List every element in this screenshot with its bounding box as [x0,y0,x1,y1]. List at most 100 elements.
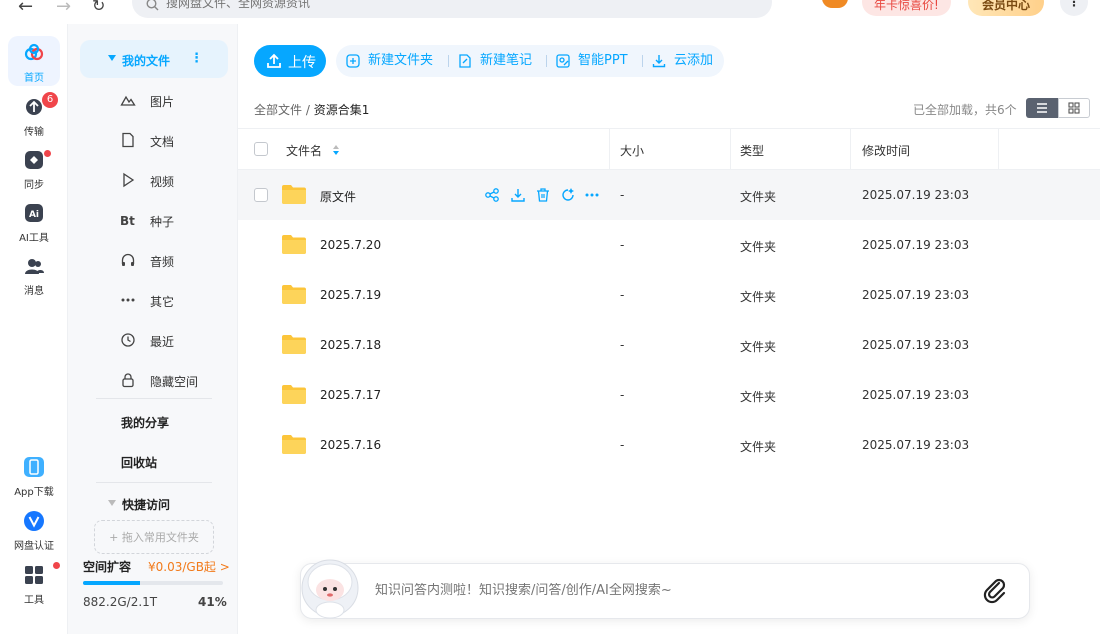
column-header-size[interactable]: 大小 [620,142,644,159]
breadcrumb-root[interactable]: 全部文件 [254,103,302,117]
search-input[interactable] [166,0,726,10]
sidebar-item-my-share[interactable]: 我的分享 [121,414,169,431]
file-mtime: 2025.07.19 23:03 [862,338,970,352]
file-name[interactable]: 原文件 [320,188,356,205]
file-type: 文件夹 [740,240,777,254]
my-files-header[interactable]: 我的文件 ⋮ [80,40,228,78]
sidebar-item-label: 文档 [150,135,175,149]
svg-text:Bt: Bt [120,214,135,228]
promo-badge[interactable]: 年卡惊喜价! [862,0,951,16]
rail-item-ai-tools[interactable]: Ai AI工具 [8,196,60,246]
table-row[interactable]: 原文件 - 文件夹 2025.07.19 23:03 [238,170,1100,220]
vip-center-button[interactable]: 会员中心 [968,0,1045,16]
phone-icon [24,457,44,477]
table-row[interactable]: 2025.7.18 - 文件夹 2025.07.19 23:03 [238,320,1100,370]
storage-percent-text: 41% [198,595,227,609]
file-name[interactable]: 2025.7.16 [320,438,381,452]
file-mtime: 2025.07.19 23:03 [862,388,970,402]
rail-item-verify[interactable]: 网盘认证 [8,504,60,554]
sidebar-item-audio[interactable]: 音频 [80,242,228,278]
new-note-label: 新建笔记 [480,53,533,68]
grid-view-toggle[interactable] [1058,98,1090,118]
my-files-label: 我的文件 [122,54,171,68]
table-row[interactable]: 2025.7.20 - 文件夹 2025.07.19 23:03 [238,220,1100,270]
column-divider[interactable] [609,129,610,169]
delete-icon[interactable] [535,187,551,203]
rail-item-transfer[interactable]: 6 传输 [8,90,60,140]
file-name[interactable]: 2025.7.18 [320,338,381,352]
select-all-checkbox[interactable] [254,142,268,156]
add-common-folder-dropzone[interactable]: + 拖入常用文件夹 [94,520,214,554]
toolbar-divider [546,55,547,67]
column-divider[interactable] [850,129,851,169]
file-type: 文件夹 [740,190,777,204]
sidebar-item-label: 隐藏空间 [150,375,199,389]
picture-icon [120,95,136,106]
quick-access-triangle-icon[interactable] [108,500,116,506]
more-menu-button[interactable]: ⋮ [1060,0,1088,16]
column-header-type[interactable]: 类型 [740,142,764,159]
sidebar-item-pictures[interactable]: 图片 [80,82,228,118]
refresh-icon[interactable]: ↻ [92,0,105,15]
storage-progress-bar [83,581,223,585]
collapse-triangle-icon[interactable] [108,55,116,61]
more-actions-icon[interactable] [584,187,600,203]
file-name[interactable]: 2025.7.19 [320,288,381,302]
ai-robot-mascot-icon[interactable] [300,558,360,620]
download-icon[interactable] [510,187,526,203]
upload-icon [267,53,281,68]
sidebar-item-label: 其它 [150,295,175,309]
upload-button[interactable]: 上传 [254,45,326,77]
space-price-link[interactable]: ¥0.03/GB起 > [148,558,230,575]
list-view-toggle[interactable] [1026,98,1058,118]
forward-arrow-icon[interactable]: → [56,0,71,17]
clock-icon [121,333,135,347]
row-checkbox[interactable] [254,188,268,202]
file-name[interactable]: 2025.7.20 [320,238,381,252]
file-type: 文件夹 [740,290,777,304]
sidebar-item-hidden-space[interactable]: 隐藏空间 [80,362,228,398]
breadcrumb-separator: / [302,103,314,117]
svg-text:Ai: Ai [29,210,39,220]
back-arrow-icon[interactable]: ← [18,0,33,17]
sync-icon [25,151,43,169]
table-row[interactable]: 2025.7.17 - 文件夹 2025.07.19 23:03 [238,370,1100,420]
column-divider[interactable] [998,129,999,169]
my-files-more-icon[interactable]: ⋮ [190,51,203,66]
sidebar-item-recycle-bin[interactable]: 回收站 [121,454,157,471]
ai-chat-icon[interactable] [560,187,576,203]
column-header-name[interactable]: 文件名 [286,142,322,159]
folder-icon [282,335,306,354]
storage-progress-fill [83,581,141,585]
share-icon[interactable] [484,187,500,203]
plus-circle-icon [346,54,360,68]
rail-item-messages[interactable]: 消息 [8,249,60,299]
transfer-count-badge: 6 [42,92,58,108]
rail-item-home[interactable]: 首页 [8,36,60,86]
sidebar-item-torrents[interactable]: Bt 种子 [80,202,228,238]
folder-icon [282,385,306,404]
file-name[interactable]: 2025.7.17 [320,388,381,402]
tiger-mascot-icon[interactable] [822,0,848,8]
table-row[interactable]: 2025.7.16 - 文件夹 2025.07.19 23:03 [238,420,1100,470]
sidebar-item-documents[interactable]: 文档 [80,122,228,158]
toolbar-divider [448,55,449,67]
rail-item-sync[interactable]: 同步 [8,143,60,193]
sidebar-item-others[interactable]: 其它 [80,282,228,318]
sort-arrows-icon[interactable] [332,144,340,156]
ai-question-input[interactable] [375,583,975,598]
quick-access-label[interactable]: 快捷访问 [122,496,170,513]
column-divider[interactable] [730,129,731,169]
space-expand-label: 空间扩容 [83,560,132,574]
folder-icon [282,235,306,254]
note-icon [459,54,471,68]
rail-item-app-download[interactable]: App下载 [8,450,60,500]
attachment-clip-icon[interactable] [982,576,1008,604]
sidebar-item-videos[interactable]: 视频 [80,162,228,198]
table-row[interactable]: 2025.7.19 - 文件夹 2025.07.19 23:03 [238,270,1100,320]
rail-item-tools[interactable]: 工具 [8,558,60,608]
column-header-mtime[interactable]: 修改时间 [862,142,910,159]
search-box[interactable] [132,0,772,18]
rail-label: 首页 [24,73,44,84]
sidebar-item-recent[interactable]: 最近 [80,322,228,358]
